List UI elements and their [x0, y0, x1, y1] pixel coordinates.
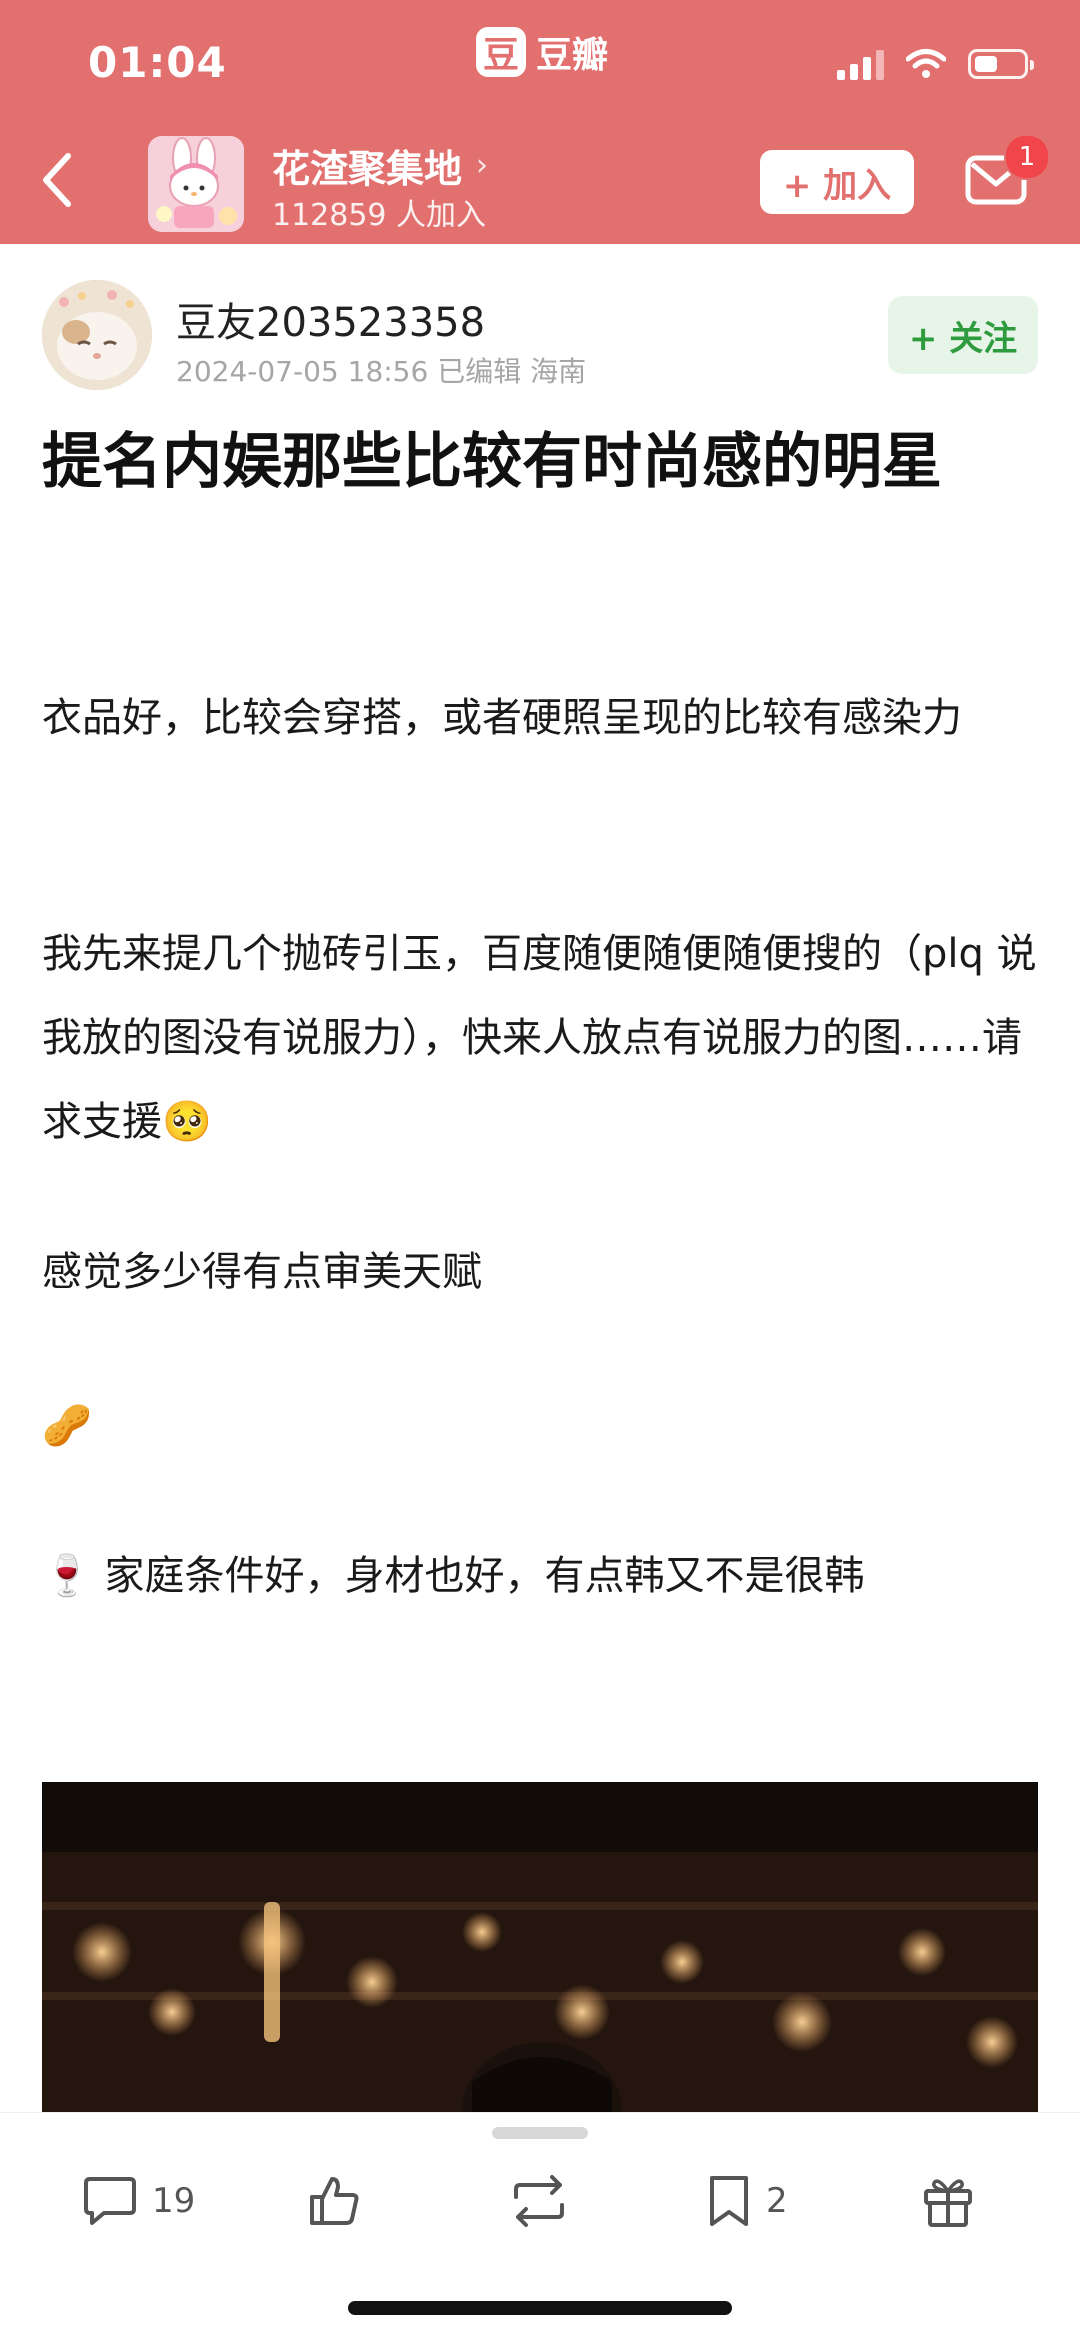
join-group-button[interactable]: + 加入 [760, 150, 914, 214]
home-indicator[interactable] [348, 2301, 732, 2315]
back-button[interactable] [40, 150, 80, 210]
comment-button[interactable]: 19 [82, 2153, 195, 2249]
post-paragraph: 感觉多少得有点审美天赋 [42, 1249, 482, 1295]
like-icon [310, 2177, 359, 2225]
comment-icon [84, 2177, 136, 2225]
cellular-signal-icon [837, 48, 884, 80]
group-member-count: 112859 人加入 [272, 198, 487, 233]
post-paragraph: 🥜 [42, 1403, 92, 1449]
comment-count: 19 [152, 2181, 196, 2221]
my-melody-avatar-image [148, 136, 244, 232]
group-name[interactable]: 花渣聚集地 › [272, 138, 488, 193]
bookmark-icon [710, 2176, 748, 2226]
top-header: 01:04 豆 豆瓣 花渣聚集地 › 112859 人加入 + 加入 1 [0, 0, 1080, 244]
wifi-icon [906, 49, 946, 78]
collect-button[interactable]: 2 [706, 2153, 788, 2249]
bar-scene-image [42, 1782, 1038, 2112]
app-name: 豆瓣 [536, 35, 609, 76]
group-avatar[interactable] [148, 136, 244, 232]
post-paragraph: 衣品好，比较会穿搭，或者硬照呈现的比较有感染力 [42, 695, 962, 741]
chevron-left-icon [43, 153, 71, 207]
unread-badge: 1 [1004, 134, 1050, 180]
post-paragraph: 🍷 家庭条件好，身材也好，有点韩又不是很韩 [42, 1553, 865, 1599]
douban-logo-icon: 豆 [476, 27, 526, 77]
gift-button[interactable] [922, 2153, 974, 2249]
collect-count: 2 [766, 2181, 788, 2221]
repost-icon [514, 2175, 564, 2227]
post-title: 提名内娱那些比较有时尚感的明星 [42, 427, 942, 497]
app-logo: 豆 豆瓣 [476, 26, 608, 78]
follow-button[interactable]: + 关注 [888, 296, 1038, 374]
post-meta: 2024-07-05 18:56 已编辑 海南 [176, 355, 587, 388]
repost-button[interactable] [508, 2153, 570, 2249]
status-time: 01:04 [88, 38, 227, 87]
drag-handle[interactable] [492, 2127, 588, 2139]
author-name[interactable]: 豆友203523358 [176, 290, 485, 348]
author-avatar[interactable] [42, 280, 152, 390]
post-paragraph: 我先来提几个抛砖引玉，百度随便随便随便搜的（plq 说我放的图没有说服力），快来… [42, 931, 1037, 1145]
chevron-right-icon: › [476, 148, 489, 183]
cat-avatar-image [42, 280, 152, 390]
bottom-action-bar: 19 2 [0, 2112, 1080, 2339]
gift-icon [924, 2179, 972, 2227]
status-icons [837, 48, 1034, 80]
group-name-text: 花渣聚集地 [272, 147, 463, 191]
like-button[interactable] [306, 2153, 362, 2249]
post-photo[interactable] [42, 1782, 1038, 2112]
battery-icon [968, 49, 1034, 79]
